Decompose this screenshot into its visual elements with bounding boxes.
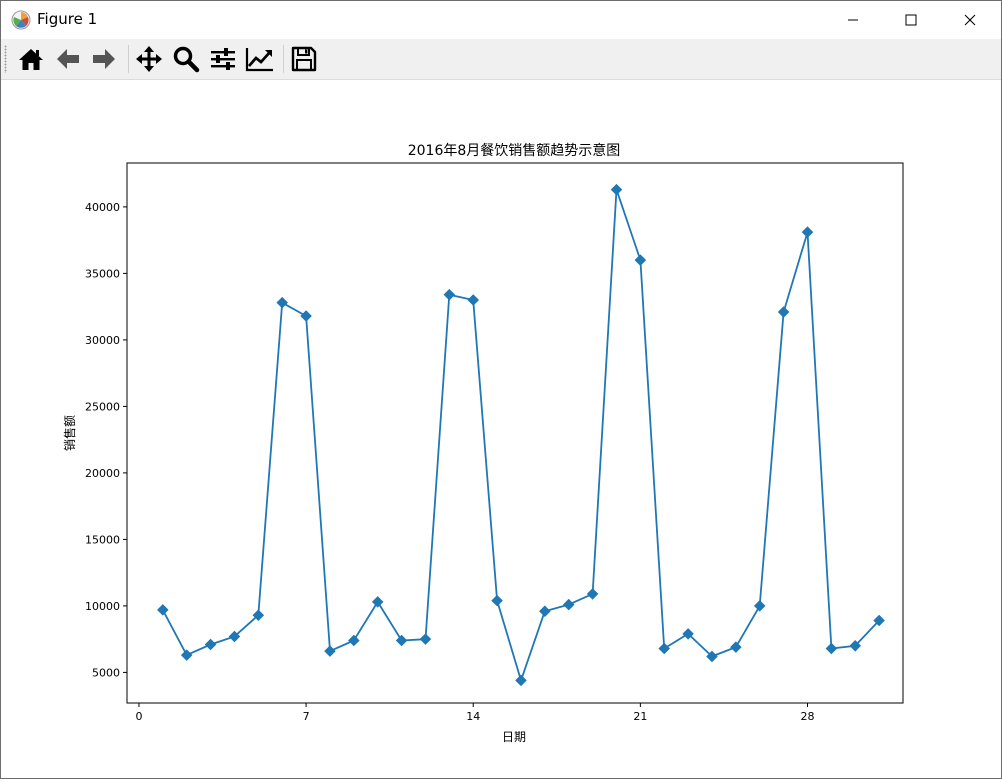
close-button[interactable]: [947, 1, 993, 39]
y-tick-label: 40000: [85, 201, 120, 214]
y-axis: 5000 10000 15000 20000 25000 30000 35000 40000: [85, 201, 127, 679]
data-point-marker: [204, 638, 217, 651]
x-axis: 0 7 14 21 28: [135, 703, 814, 723]
y-tick-label: 10000: [85, 600, 120, 613]
matplotlib-logo-icon: [11, 10, 31, 30]
toolbar-separator: [283, 45, 284, 73]
data-point-marker: [276, 296, 288, 309]
toolbar-separator: [128, 45, 129, 73]
data-point-marker: [300, 310, 312, 322]
maximize-icon: [905, 14, 917, 26]
zoom-magnifier-icon: [173, 46, 200, 73]
data-point-marker: [825, 642, 838, 655]
edit-axes-button[interactable]: [244, 43, 276, 75]
x-axis-label: 日期: [502, 730, 526, 744]
save-button[interactable]: [288, 43, 320, 75]
subplots-config-icon: [211, 48, 235, 70]
y-tick-label: 35000: [85, 267, 120, 280]
save-floppy-icon: [291, 46, 317, 72]
x-tick-label: 0: [135, 710, 142, 723]
forward-button[interactable]: [88, 43, 120, 75]
window-title: Figure 1: [37, 10, 98, 28]
x-tick-label: 21: [633, 710, 647, 723]
pan-move-icon: [136, 46, 162, 72]
data-point-marker: [419, 633, 432, 645]
y-tick-label: 15000: [85, 533, 120, 546]
x-tick-label: 7: [303, 710, 310, 723]
data-point-marker: [515, 674, 527, 687]
data-point-marker: [801, 226, 814, 238]
navigation-toolbar: [1, 39, 1001, 80]
line-chart: 2016年8月餐饮销售额趋势示意图 0 7 14 21 28 5000 10000 1500…: [62, 142, 904, 744]
forward-arrow-icon: [93, 49, 115, 69]
data-point-marker: [180, 649, 193, 661]
home-button[interactable]: [15, 43, 47, 75]
close-icon: [964, 14, 976, 26]
data-point-marker: [634, 254, 647, 266]
data-point-marker: [371, 596, 384, 608]
home-icon: [19, 49, 43, 70]
data-point-marker: [395, 634, 408, 647]
chart-title: 2016年8月餐饮销售额趋势示意图: [408, 142, 621, 159]
data-point-marker: [610, 183, 623, 196]
y-axis-label: 销售额: [62, 415, 77, 451]
data-point-marker: [443, 288, 456, 301]
y-tick-label: 25000: [85, 400, 120, 413]
maximize-button[interactable]: [888, 1, 934, 39]
toolbar-grip[interactable]: [4, 45, 7, 73]
figure-canvas[interactable]: 2016年8月餐饮销售额趋势示意图 0 7 14 21 28 5000 10000 1500…: [1, 80, 1001, 778]
y-tick-label: 30000: [85, 334, 120, 347]
minimize-button[interactable]: [830, 1, 876, 39]
minimize-icon: [848, 19, 858, 21]
data-point-marker: [658, 642, 670, 655]
data-point-marker: [157, 604, 169, 616]
plot-area-frame: [126, 162, 904, 704]
data-point-marker: [753, 600, 766, 612]
y-tick-label: 5000: [92, 666, 120, 679]
y-tick-label: 20000: [85, 467, 120, 480]
sales-series: [157, 183, 885, 687]
back-arrow-icon: [57, 49, 79, 69]
x-tick-label: 14: [466, 710, 480, 723]
title-bar[interactable]: Figure 1: [1, 1, 1001, 39]
configure-subplots-button[interactable]: [207, 43, 239, 75]
data-point-marker: [324, 645, 336, 657]
edit-axes-icon: [245, 48, 273, 72]
back-button[interactable]: [52, 43, 84, 75]
data-point-marker: [491, 594, 503, 607]
pan-button[interactable]: [133, 43, 165, 75]
data-point-marker: [539, 605, 551, 617]
data-point-marker: [467, 294, 479, 306]
data-point-marker: [586, 588, 599, 600]
x-tick-label: 28: [800, 710, 814, 723]
series-line: [162, 188, 880, 682]
figure-window: Figure 1 2016年8月餐饮销售额趋势示意图 0 7 14 21 28 …: [0, 0, 1002, 779]
data-point-marker: [562, 598, 575, 611]
data-point-marker: [777, 306, 790, 318]
zoom-button[interactable]: [170, 43, 202, 75]
data-point-marker: [730, 641, 742, 653]
data-point-marker: [348, 634, 360, 647]
